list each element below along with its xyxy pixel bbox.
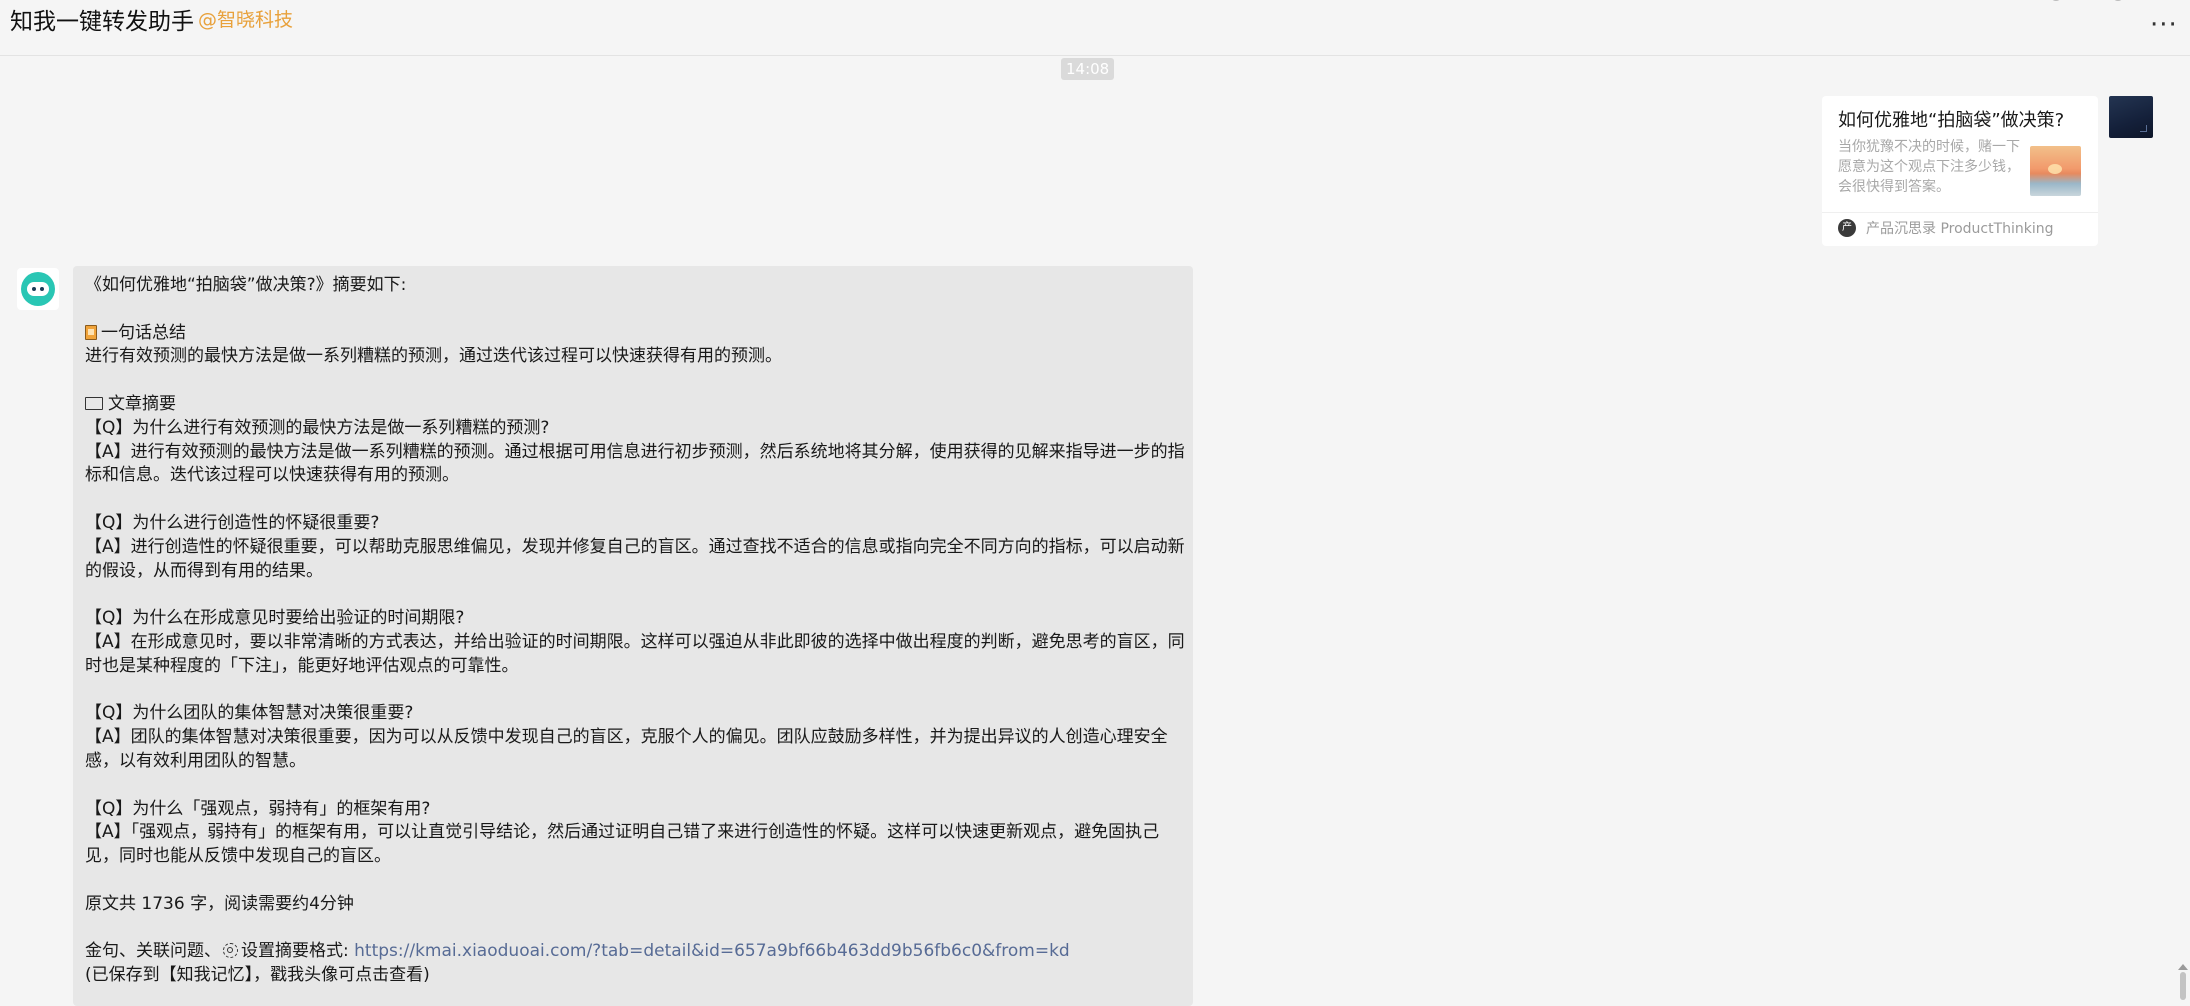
qa-question: 【Q】为什么进行创造性的怀疑很重要? [85, 512, 380, 533]
summary-message: 《如何优雅地“拍脑袋”做决策?》摘要如下: 一句话总结 进行有效预测的最快方法是… [85, 274, 1185, 988]
window-controls[interactable] [2040, 0, 2130, 2]
word-count-note: 原文共 1736 字，阅读需要约4分钟 [85, 893, 354, 914]
message-timestamp: 14:08 [1061, 58, 1115, 80]
qa-question: 【Q】为什么「强观点，弱持有」的框架有用? [85, 798, 431, 819]
qa-question: 【Q】为什么进行有效预测的最快方法是做一系列糟糕的预测? [85, 417, 550, 438]
qa-question: 【Q】为什么团队的集体智慧对决策很重要? [85, 703, 414, 724]
more-options-button[interactable]: ··· [2150, 10, 2178, 40]
bot-avatar[interactable] [17, 268, 59, 310]
settings-line: 金句、关联问题、 设置摘要格式: https://kmai.xiaoduoai.c… [85, 940, 1185, 964]
summary-intro: 《如何优雅地“拍脑袋”做决策?》摘要如下: [85, 275, 407, 295]
bot-message-bubble: 《如何优雅地“拍脑袋”做决策?》摘要如下: 一句话总结 进行有效预测的最快方法是… [73, 266, 1193, 1006]
chat-org-label: @智晓科技 [198, 9, 294, 31]
laptop-icon [85, 396, 103, 410]
shared-article-thumbnail [2030, 146, 2081, 196]
source-account-icon: 产 [1838, 219, 1856, 237]
qa-answer: 【A】团队的集体智慧对决策很重要，因为可以从反馈中发现自己的盲区，克服个人的偏见… [85, 727, 1168, 771]
self-avatar[interactable] [2109, 96, 2153, 138]
saved-note: (已保存到【知我记忆】，戳我头像可点击查看) [85, 965, 430, 986]
summary-text: 进行有效预测的最快方法是做一系列糟糕的预测，通过迭代该过程可以快速获得有用的预测… [85, 346, 782, 367]
settings-label: 设置摘要格式: [241, 941, 349, 962]
settings-prefix: 金句、关联问题、 [85, 941, 221, 962]
book-icon [85, 324, 97, 340]
article-heading: 文章摘要 [85, 393, 1185, 417]
detail-link[interactable]: https://kmai.xiaoduoai.com/?tab=detail&i… [354, 941, 1070, 961]
qa-answer: 【A】进行创造性的怀疑很重要，可以帮助克服思维偏见，发现并修复自己的盲区。通过查… [85, 536, 1185, 581]
scroll-up-arrow-icon[interactable] [2178, 964, 2188, 970]
chat-title: 知我一键转发助手 [10, 9, 194, 35]
shared-article-title: 如何优雅地“拍脑袋”做决策? [1838, 110, 2065, 131]
shared-article-description: 当你犹豫不决的时候，赌一下愿意为这个观点下注多少钱，会很快得到答案。 [1838, 139, 2020, 195]
chat-header: 知我一键转发助手 @智晓科技 ··· [0, 0, 2190, 56]
card-divider [1822, 212, 2098, 213]
shared-article-card[interactable]: 如何优雅地“拍脑袋”做决策? 当你犹豫不决的时候，赌一下愿意为这个观点下注多少钱… [1822, 96, 2098, 246]
qa-answer: 【A】「强观点，弱持有」的框架有用，可以让直觉引导结论，然后通过证明自己错了来进… [85, 822, 1160, 867]
shared-article-source: 产品沉思录 ProductThinking [1866, 221, 2054, 237]
summary-heading: 一句话总结 [85, 322, 1185, 346]
qa-answer: 【A】在形成意见时，要以非常清晰的方式表达，并给出验证的时间期限。这样可以强迫从… [85, 631, 1185, 676]
robot-visor [27, 282, 49, 296]
scrollbar-thumb[interactable] [2180, 972, 2186, 1000]
gear-icon [223, 943, 238, 959]
qa-answer: 【A】进行有效预测的最快方法是做一系列糟糕的预测。通过根据可用信息进行初步预测，… [85, 441, 1185, 486]
qa-question: 【Q】为什么在形成意见时要给出验证的时间期限? [85, 608, 465, 629]
